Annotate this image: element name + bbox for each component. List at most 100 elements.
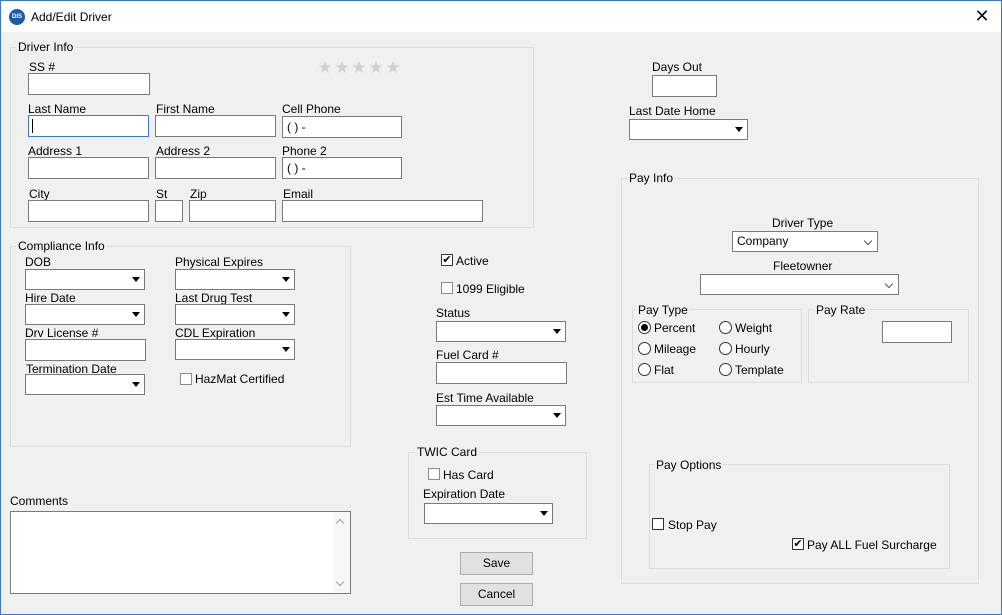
window-title: Add/Edit Driver (31, 10, 112, 24)
ss-label: SS # (29, 60, 56, 74)
city-field[interactable] (28, 200, 149, 222)
cell-phone-label: Cell Phone (282, 102, 341, 116)
ss-field[interactable] (28, 73, 150, 95)
status-dropdown[interactable] (436, 321, 566, 342)
driver-info-title: Driver Info (16, 40, 76, 54)
hazmat-label: HazMat Certified (195, 372, 285, 386)
pay-type-flat-radio[interactable] (638, 363, 651, 376)
close-icon[interactable]: ✕ (967, 1, 997, 31)
pay-all-fuel-surcharge-checkbox[interactable]: ✔ (792, 538, 804, 550)
comments-scrollbar[interactable] (333, 512, 350, 593)
cell-phone-field[interactable]: ( ) - (282, 116, 402, 138)
first-name-field[interactable] (155, 115, 276, 137)
first-name-label: First Name (156, 102, 215, 116)
1099-eligible-checkbox[interactable] (441, 282, 453, 294)
fuel-card-field[interactable] (436, 362, 567, 384)
pay-type-percent-radio[interactable] (638, 321, 651, 334)
app-logo-icon: DIS (9, 9, 25, 25)
address1-field[interactable] (28, 157, 149, 179)
chevron-down-icon (863, 236, 873, 246)
last-date-home-dropdown[interactable] (629, 119, 748, 140)
cdl-expiration-dropdown[interactable] (175, 339, 295, 360)
stop-pay-checkbox[interactable] (652, 518, 664, 530)
zip-field[interactable] (189, 200, 276, 222)
star-icon[interactable]: ★ (334, 59, 350, 76)
chevron-down-icon (132, 277, 140, 282)
driver-type-dropdown[interactable]: Company (732, 231, 878, 252)
email-label: Email (283, 187, 314, 201)
est-time-available-label: Est Time Available (436, 391, 534, 405)
cdl-expiration-label: CDL Expiration (175, 326, 256, 340)
has-card-label: Has Card (443, 468, 494, 482)
hazmat-checkbox[interactable] (180, 373, 192, 385)
check-icon: ✔ (793, 538, 803, 550)
scroll-down-icon[interactable] (335, 577, 345, 587)
cancel-button[interactable]: Cancel (460, 583, 533, 606)
est-time-available-dropdown[interactable] (436, 405, 566, 426)
physical-expires-dropdown[interactable] (175, 269, 295, 290)
last-name-label: Last Name (28, 102, 87, 116)
check-icon: ✔ (442, 254, 452, 266)
twic-expiration-label: Expiration Date (423, 487, 506, 501)
city-label: City (29, 187, 50, 201)
hire-date-dropdown[interactable] (25, 304, 145, 325)
last-drug-test-dropdown[interactable] (175, 304, 295, 325)
driver-type-value: Company (737, 234, 789, 248)
pay-type-flat-label: Flat (654, 363, 675, 377)
address1-label: Address 1 (28, 144, 83, 158)
phone2-label: Phone 2 (282, 144, 327, 158)
add-edit-driver-window: DIS Add/Edit Driver ✕ Driver Info SS # ★… (0, 0, 1002, 615)
chevron-down-icon (553, 413, 561, 418)
drv-license-field[interactable] (25, 339, 146, 361)
state-field[interactable] (155, 200, 183, 222)
pay-options-group (649, 464, 950, 569)
termination-date-dropdown[interactable] (25, 374, 145, 395)
scroll-up-icon[interactable] (335, 518, 345, 528)
has-card-checkbox[interactable] (428, 468, 440, 480)
pay-all-fuel-surcharge-label: Pay ALL Fuel Surcharge (807, 538, 937, 552)
driver-type-label: Driver Type (772, 216, 834, 230)
physical-expires-label: Physical Expires (175, 255, 264, 269)
days-out-label: Days Out (652, 60, 703, 74)
fleetowner-label: Fleetowner (773, 259, 833, 273)
pay-type-mileage-label: Mileage (654, 342, 697, 356)
twic-expiration-dropdown[interactable] (424, 503, 553, 524)
chevron-down-icon (282, 312, 290, 317)
1099-eligible-label: 1099 Eligible (456, 282, 525, 296)
pay-type-weight-radio[interactable] (719, 321, 732, 334)
twic-card-title: TWIC Card (415, 445, 479, 459)
chevron-down-icon (132, 382, 140, 387)
last-name-field[interactable] (28, 115, 149, 137)
last-drug-test-label: Last Drug Test (175, 291, 253, 305)
active-label: Active (456, 254, 489, 268)
star-icon[interactable]: ★ (368, 59, 384, 76)
chevron-down-icon (735, 127, 743, 132)
pay-rate-field[interactable] (882, 321, 952, 343)
star-icon[interactable]: ★ (351, 59, 367, 76)
pay-type-hourly-radio[interactable] (719, 342, 732, 355)
active-checkbox[interactable]: ✔ (441, 254, 453, 266)
days-out-field[interactable] (652, 75, 717, 97)
status-label: Status (436, 306, 471, 320)
zip-label: Zip (190, 187, 207, 201)
pay-type-template-radio[interactable] (719, 363, 732, 376)
comments-textarea[interactable] (10, 511, 351, 594)
address2-label: Address 2 (156, 144, 211, 158)
pay-type-mileage-radio[interactable] (638, 342, 651, 355)
address2-field[interactable] (155, 157, 276, 179)
pay-type-title: Pay Type (636, 303, 690, 317)
fleetowner-dropdown[interactable] (700, 274, 899, 295)
phone2-field[interactable]: ( ) - (282, 157, 402, 179)
email-field[interactable] (282, 200, 483, 222)
star-icon[interactable]: ★ (385, 59, 401, 76)
dob-dropdown[interactable] (25, 269, 145, 290)
pay-type-hourly-label: Hourly (735, 342, 770, 356)
drv-license-label: Drv License # (25, 326, 99, 340)
comments-label: Comments (10, 494, 69, 508)
hire-date-label: Hire Date (25, 291, 76, 305)
text-caret (32, 119, 33, 133)
save-button[interactable]: Save (460, 552, 533, 575)
st-label: St (156, 187, 168, 201)
star-icon[interactable]: ★ (317, 59, 333, 76)
pay-options-title: Pay Options (654, 458, 724, 472)
